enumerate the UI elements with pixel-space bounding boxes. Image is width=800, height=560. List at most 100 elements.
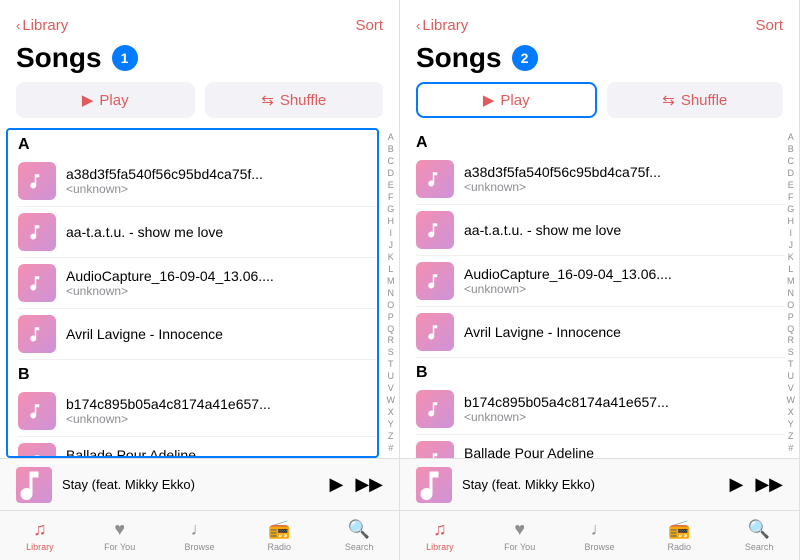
alpha-letter[interactable]: # (388, 443, 393, 454)
back-label: Library (22, 17, 68, 34)
alpha-index[interactable]: ABCDEFGHIJKLMNOPQRSTUVWXYZ# (385, 128, 400, 458)
alpha-letter[interactable]: Z (388, 431, 394, 442)
alpha-letter[interactable]: C (388, 156, 395, 167)
play-button[interactable]: ▶ Play (16, 82, 195, 118)
song-thumbnail (18, 264, 56, 302)
song-info: aa-t.a.t.u. - show me love (66, 224, 377, 240)
tab-browse[interactable]: ♩ Browse (560, 511, 640, 560)
alpha-letter[interactable]: Y (388, 419, 394, 430)
alpha-letter[interactable]: D (788, 168, 795, 179)
alpha-letter[interactable]: O (787, 300, 794, 311)
song-item[interactable]: Avril Lavigne - Innocence (416, 307, 785, 358)
alpha-letter[interactable]: X (388, 407, 394, 418)
song-list[interactable]: Aa38d3f5fa540f56c95bd4ca75f...<unknown>a… (400, 128, 785, 458)
play-button[interactable]: ▶ Play (416, 82, 597, 118)
play-pause-button[interactable]: ▶ (329, 474, 343, 495)
alpha-letter[interactable]: U (388, 371, 395, 382)
alpha-letter[interactable]: G (387, 204, 394, 215)
alpha-letter[interactable]: W (787, 395, 796, 406)
alpha-letter[interactable]: S (388, 347, 394, 358)
play-pause-button[interactable]: ▶ (729, 474, 743, 495)
tab-label: For You (504, 542, 535, 552)
tab-library[interactable]: ♫ Library (0, 511, 80, 560)
shuffle-button[interactable]: ⇆ Shuffle (607, 82, 784, 118)
alpha-letter[interactable]: V (788, 383, 794, 394)
song-item[interactable]: aa-t.a.t.u. - show me love (416, 205, 785, 256)
alpha-letter[interactable]: Q (387, 324, 394, 335)
alpha-letter[interactable]: J (389, 240, 394, 251)
song-item[interactable]: Ballade Pour AdelineBandari (416, 435, 785, 458)
tab-for-you[interactable]: ♥ For You (80, 511, 160, 560)
song-item[interactable]: AudioCapture_16-09-04_13.06....<unknown> (18, 258, 377, 309)
sort-button[interactable]: Sort (755, 17, 783, 34)
alpha-letter[interactable]: Y (788, 419, 794, 430)
song-item[interactable]: b174c895b05a4c8174a41e657...<unknown> (18, 386, 377, 437)
alpha-letter[interactable]: E (788, 180, 794, 191)
panel-left: ‹ Library Sort Songs1▶ Play⇆ ShuffleAa38… (0, 0, 400, 560)
song-info: AudioCapture_16-09-04_13.06....<unknown> (464, 266, 785, 296)
alpha-letter[interactable]: U (788, 371, 795, 382)
tab-browse[interactable]: ♩ Browse (160, 511, 240, 560)
alpha-letter[interactable]: F (388, 192, 394, 203)
alpha-letter[interactable]: K (788, 252, 794, 263)
alpha-letter[interactable]: J (789, 240, 794, 251)
alpha-letter[interactable]: F (788, 192, 794, 203)
tab-library[interactable]: ♫ Library (400, 511, 480, 560)
alpha-letter[interactable]: H (388, 216, 395, 227)
alpha-letter[interactable]: I (389, 228, 392, 239)
alpha-letter[interactable]: A (788, 132, 794, 143)
alpha-letter[interactable]: Z (788, 431, 794, 442)
tab-radio[interactable]: 📻 Radio (639, 511, 719, 560)
tab-search[interactable]: 🔍 Search (319, 511, 399, 560)
alpha-letter[interactable]: N (388, 288, 395, 299)
alpha-letter[interactable]: O (387, 300, 394, 311)
song-item[interactable]: a38d3f5fa540f56c95bd4ca75f...<unknown> (416, 154, 785, 205)
alpha-letter[interactable]: I (789, 228, 792, 239)
alpha-letter[interactable]: N (788, 288, 795, 299)
alpha-letter[interactable]: # (788, 443, 793, 454)
song-item[interactable]: Avril Lavigne - Innocence (18, 309, 377, 360)
alpha-letter[interactable]: R (788, 335, 795, 346)
alpha-letter[interactable]: B (388, 144, 394, 155)
skip-forward-button[interactable]: ▶▶ (355, 474, 383, 495)
alpha-letter[interactable]: P (388, 312, 394, 323)
alpha-letter[interactable]: A (388, 132, 394, 143)
alpha-letter[interactable]: B (788, 144, 794, 155)
alpha-letter[interactable]: H (788, 216, 795, 227)
alpha-letter[interactable]: K (388, 252, 394, 263)
song-title: a38d3f5fa540f56c95bd4ca75f... (66, 166, 377, 182)
back-button[interactable]: ‹ Library (16, 17, 68, 34)
song-item[interactable]: aa-t.a.t.u. - show me love (18, 207, 377, 258)
alpha-letter[interactable]: M (787, 276, 795, 287)
alpha-index[interactable]: ABCDEFGHIJKLMNOPQRSTUVWXYZ# (785, 128, 800, 458)
alpha-letter[interactable]: E (388, 180, 394, 191)
alpha-letter[interactable]: M (387, 276, 395, 287)
tab-radio[interactable]: 📻 Radio (239, 511, 319, 560)
alpha-letter[interactable]: P (788, 312, 794, 323)
song-item[interactable]: AudioCapture_16-09-04_13.06....<unknown> (416, 256, 785, 307)
alpha-letter[interactable]: T (388, 359, 394, 370)
sort-button[interactable]: Sort (355, 17, 383, 34)
alpha-letter[interactable]: S (788, 347, 794, 358)
alpha-letter[interactable]: L (788, 264, 793, 275)
alpha-letter[interactable]: X (788, 407, 794, 418)
song-item[interactable]: Ballade Pour AdelineBandari (18, 437, 377, 458)
alpha-letter[interactable]: L (388, 264, 393, 275)
alpha-letter[interactable]: T (788, 359, 794, 370)
tab-for-you[interactable]: ♥ For You (480, 511, 560, 560)
alpha-letter[interactable]: Q (787, 324, 794, 335)
alpha-letter[interactable]: R (388, 335, 395, 346)
song-list[interactable]: Aa38d3f5fa540f56c95bd4ca75f...<unknown>a… (6, 128, 379, 458)
alpha-letter[interactable]: V (388, 383, 394, 394)
skip-forward-button[interactable]: ▶▶ (755, 474, 783, 495)
song-item[interactable]: a38d3f5fa540f56c95bd4ca75f...<unknown> (18, 156, 377, 207)
song-item[interactable]: b174c895b05a4c8174a41e657...<unknown> (416, 384, 785, 435)
alpha-letter[interactable]: W (387, 395, 396, 406)
tab-search[interactable]: 🔍 Search (719, 511, 799, 560)
alpha-letter[interactable]: D (388, 168, 395, 179)
shuffle-button[interactable]: ⇆ Shuffle (205, 82, 384, 118)
song-title: Ballade Pour Adeline (464, 445, 785, 458)
alpha-letter[interactable]: G (787, 204, 794, 215)
alpha-letter[interactable]: C (788, 156, 795, 167)
back-button[interactable]: ‹ Library (416, 17, 468, 34)
